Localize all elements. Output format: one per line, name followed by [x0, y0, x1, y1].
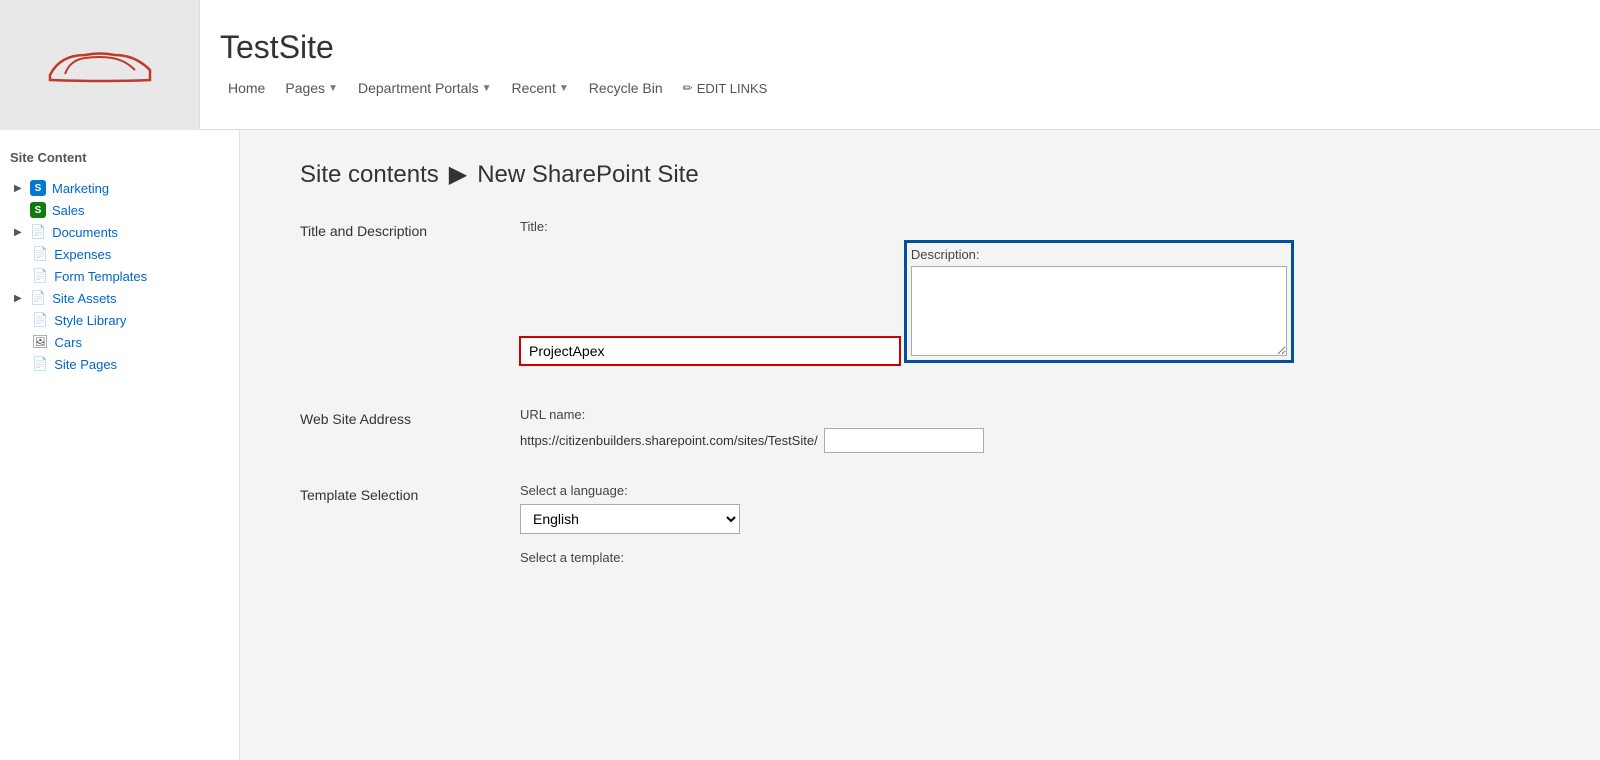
sidebar-item-form-templates[interactable]: 📄 Form Templates	[10, 265, 229, 287]
web-address-content: URL name: https://citizenbuilders.sharep…	[520, 407, 1540, 453]
page-breadcrumb: Site contents ▶ New SharePoint Site	[300, 160, 1540, 189]
site-assets-icon: 📄	[30, 290, 46, 306]
edit-links-button[interactable]: ✏ EDIT LINKS	[675, 77, 776, 100]
title-desc-content: Title: Description:	[520, 219, 1540, 377]
sidebar-item-site-pages[interactable]: 📄 Site Pages	[10, 353, 229, 375]
template-content: Select a language: English French German…	[520, 483, 1540, 571]
sidebar-item-expenses[interactable]: 📄 Expenses	[10, 243, 229, 265]
sidebar-title: Site Content	[10, 150, 229, 165]
sidebar-item-sales[interactable]: ▶ S Sales	[10, 199, 229, 221]
sidebar-label-site-pages: Site Pages	[54, 357, 117, 372]
description-textarea[interactable]	[911, 266, 1287, 356]
nav-pages[interactable]: Pages ▼	[277, 76, 346, 100]
nav-recycle-bin[interactable]: Recycle Bin	[581, 76, 671, 100]
sidebar-item-style-library[interactable]: 📄 Style Library	[10, 309, 229, 331]
sidebar-label-form-templates: Form Templates	[54, 269, 147, 284]
sales-icon: S	[30, 202, 46, 218]
nav-recent[interactable]: Recent ▼	[503, 76, 576, 100]
nav-bar: Home Pages ▼ Department Portals ▼ Recent…	[220, 76, 775, 100]
nav-department-portals[interactable]: Department Portals ▼	[350, 76, 500, 100]
form-section-title-desc: Title and Description Title: Description…	[300, 219, 1540, 377]
header: TestSite Home Pages ▼ Department Portals…	[0, 0, 1600, 130]
pencil-icon: ✏	[683, 81, 693, 95]
expand-arrow-icon: ▶	[14, 183, 24, 194]
sidebar-item-documents[interactable]: ▶ 📄 Documents	[10, 221, 229, 243]
sidebar: Site Content ▶ S Marketing ▶ S Sales ▶ 📄…	[0, 130, 240, 760]
pages-arrow-icon: ▼	[328, 83, 338, 94]
sidebar-label-sales: Sales	[52, 203, 85, 218]
logo-area	[0, 0, 200, 130]
marketing-icon: S	[30, 180, 46, 196]
url-row: https://citizenbuilders.sharepoint.com/s…	[520, 428, 1540, 453]
description-wrapper: Description:	[904, 240, 1294, 363]
title-input[interactable]	[520, 337, 900, 365]
section-label-template: Template Selection	[300, 483, 520, 571]
url-suffix-input[interactable]	[824, 428, 984, 453]
sidebar-label-cars: Cars	[55, 335, 82, 350]
site-pages-icon: 📄	[32, 356, 48, 372]
site-title: TestSite	[220, 29, 775, 66]
nav-home[interactable]: Home	[220, 76, 273, 100]
dept-arrow-icon: ▼	[482, 83, 492, 94]
form-templates-icon: 📄	[32, 268, 48, 284]
form-section-web-address: Web Site Address URL name: https://citiz…	[300, 407, 1540, 453]
section-label-web-address: Web Site Address	[300, 407, 520, 453]
recent-arrow-icon: ▼	[559, 83, 569, 94]
form-section-template: Template Selection Select a language: En…	[300, 483, 1540, 571]
sidebar-label-documents: Documents	[52, 225, 118, 240]
main-layout: Site Content ▶ S Marketing ▶ S Sales ▶ 📄…	[0, 130, 1600, 760]
breadcrumb-part1: Site contents	[300, 161, 439, 189]
sidebar-label-site-assets: Site Assets	[52, 291, 116, 306]
content-area: Site contents ▶ New SharePoint Site Titl…	[240, 130, 1600, 760]
title-field-label: Title:	[520, 219, 1540, 234]
documents-icon: 📄	[30, 224, 46, 240]
expand-arrow-icon: ▶	[14, 293, 24, 304]
section-label-title-desc: Title and Description	[300, 219, 520, 377]
description-field-label: Description:	[911, 247, 1287, 262]
expand-arrow-icon: ▶	[14, 227, 24, 238]
language-label: Select a language:	[520, 483, 1540, 498]
url-base-text: https://citizenbuilders.sharepoint.com/s…	[520, 433, 818, 448]
url-name-label: URL name:	[520, 407, 1540, 422]
sidebar-item-marketing[interactable]: ▶ S Marketing	[10, 177, 229, 199]
language-select[interactable]: English French German Spanish	[520, 504, 740, 534]
sidebar-label-marketing: Marketing	[52, 181, 109, 196]
sidebar-item-site-assets[interactable]: ▶ 📄 Site Assets	[10, 287, 229, 309]
style-library-icon: 📄	[32, 312, 48, 328]
breadcrumb-part2: New SharePoint Site	[477, 161, 698, 189]
site-title-nav: TestSite Home Pages ▼ Department Portals…	[200, 19, 795, 110]
site-logo	[30, 30, 170, 100]
breadcrumb-arrow-icon: ▶	[449, 160, 467, 189]
template-label: Select a template:	[520, 550, 1540, 565]
sidebar-label-style-library: Style Library	[54, 313, 126, 328]
sidebar-item-cars[interactable]: 🖼 Cars	[10, 331, 229, 353]
expenses-icon: 📄	[32, 246, 48, 262]
sidebar-label-expenses: Expenses	[54, 247, 111, 262]
cars-icon: 🖼	[32, 334, 49, 350]
